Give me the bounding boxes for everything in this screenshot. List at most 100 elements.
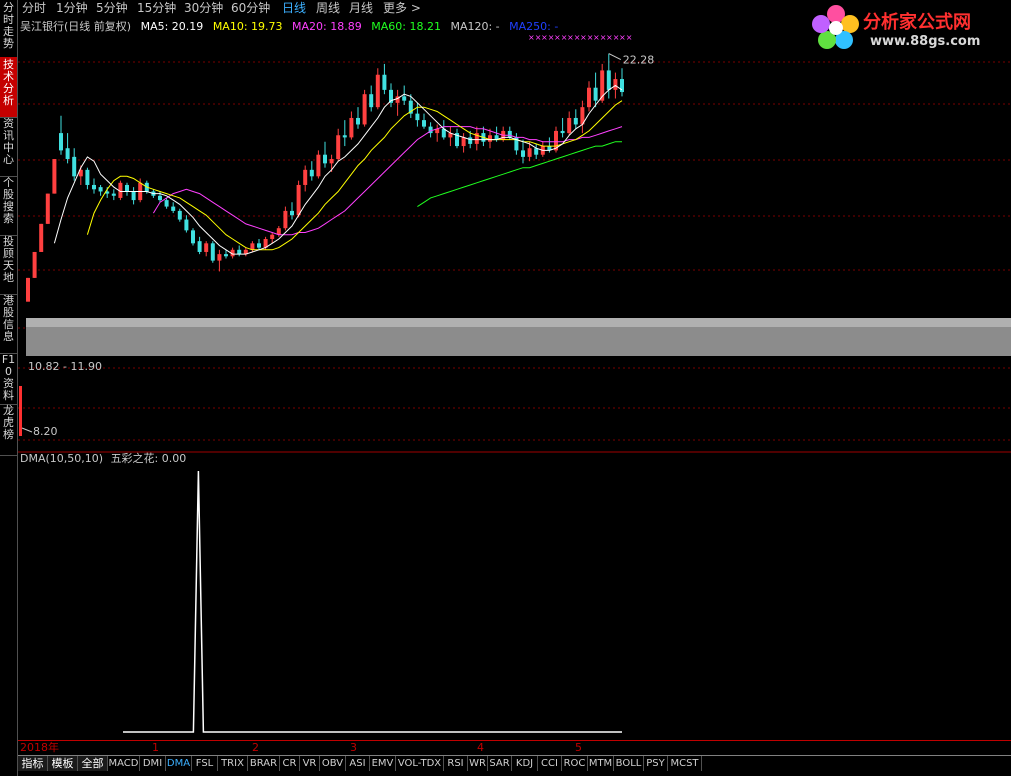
candle-body bbox=[369, 94, 374, 108]
period-0[interactable]: 分时 bbox=[22, 0, 46, 16]
candle-body bbox=[593, 87, 598, 101]
tab-roc[interactable]: ROC bbox=[562, 756, 588, 771]
tab-boll[interactable]: BOLL bbox=[614, 756, 644, 771]
high-price-label: 22.28 bbox=[623, 54, 655, 67]
tab-emv[interactable]: EMV bbox=[370, 756, 396, 771]
tab-vol-tdx[interactable]: VOL-TDX bbox=[396, 756, 444, 771]
tab-dma[interactable]: DMA bbox=[166, 756, 192, 771]
period-9[interactable]: 更多 > bbox=[383, 0, 421, 16]
high-pointer bbox=[608, 53, 622, 61]
candle-body bbox=[191, 230, 195, 244]
sidebar-tab-0[interactable]: 分时走势 bbox=[0, 0, 17, 59]
kline-chart[interactable]: 22.28×× ×× ×× ×× ×× ×× ×× ××10.82 - 11.908.20 bbox=[18, 16, 1011, 740]
tab-全部[interactable]: 全部 bbox=[78, 756, 108, 771]
candle-body bbox=[316, 154, 321, 177]
candle-body bbox=[276, 228, 281, 235]
period-3[interactable]: 15分钟 bbox=[137, 0, 176, 16]
candle-body bbox=[488, 135, 492, 142]
sidebar-tab-5[interactable]: 港股信息 bbox=[0, 293, 17, 354]
candle-body bbox=[111, 193, 116, 196]
period-5[interactable]: 60分钟 bbox=[231, 0, 270, 16]
x-marker: ×× bbox=[567, 33, 580, 42]
date-tick-3: 3 bbox=[350, 741, 357, 754]
period-6[interactable]: 日线 bbox=[282, 0, 306, 16]
sidebar-tab-3[interactable]: 个股搜索 bbox=[0, 175, 17, 236]
candle-body bbox=[461, 137, 466, 147]
candle-body bbox=[283, 210, 288, 229]
candle-body bbox=[521, 150, 525, 157]
candle-body bbox=[402, 96, 407, 101]
candle-body bbox=[257, 243, 261, 248]
candle-body bbox=[237, 249, 242, 255]
tab-mcst[interactable]: MCST bbox=[668, 756, 702, 771]
x-marker: ×× bbox=[528, 33, 541, 42]
dma-name: DMA(10,50,10) bbox=[20, 452, 104, 465]
candle-body bbox=[309, 169, 314, 177]
candle-body bbox=[158, 195, 162, 201]
tab-brar[interactable]: BRAR bbox=[248, 756, 280, 771]
tab-cci[interactable]: CCI bbox=[538, 756, 562, 771]
candle-body bbox=[125, 184, 129, 192]
tab-obv[interactable]: OBV bbox=[320, 756, 346, 771]
tab-wr[interactable]: WR bbox=[468, 756, 488, 771]
tab-kdj[interactable]: KDJ bbox=[512, 756, 538, 771]
candle-body bbox=[290, 210, 294, 216]
period-7[interactable]: 周线 bbox=[316, 0, 340, 16]
candle-body bbox=[527, 148, 532, 157]
candle-body bbox=[72, 156, 77, 177]
sidebar-tab-4[interactable]: 投顾天地 bbox=[0, 234, 17, 295]
sidebar-tab-1[interactable]: 技术分析 bbox=[0, 57, 17, 118]
tab-vr[interactable]: VR bbox=[300, 756, 320, 771]
tab-rsi[interactable]: RSI bbox=[444, 756, 468, 771]
candle-body bbox=[349, 117, 354, 138]
period-4[interactable]: 30分钟 bbox=[184, 0, 223, 16]
tab-psy[interactable]: PSY bbox=[644, 756, 668, 771]
candle-body bbox=[613, 79, 618, 90]
low-bar bbox=[19, 386, 22, 436]
price-range-label: 10.82 - 11.90 bbox=[28, 360, 102, 373]
candle-body bbox=[296, 184, 301, 216]
date-tick-1: 1 bbox=[152, 741, 159, 754]
period-2[interactable]: 5分钟 bbox=[96, 0, 128, 16]
sidebar-tab-2[interactable]: 资讯中心 bbox=[0, 116, 17, 177]
candle-body bbox=[468, 137, 473, 144]
low-pointer bbox=[21, 427, 33, 433]
candle-body bbox=[26, 277, 30, 302]
tab-asi[interactable]: ASI bbox=[346, 756, 370, 771]
candle-body bbox=[534, 148, 539, 155]
candle-body bbox=[210, 243, 215, 261]
tab-macd[interactable]: MACD bbox=[108, 756, 140, 771]
candle-body bbox=[98, 187, 103, 192]
tab-模板[interactable]: 模板 bbox=[48, 756, 78, 771]
tab-dmi[interactable]: DMI bbox=[140, 756, 166, 771]
tab-cr[interactable]: CR bbox=[280, 756, 300, 771]
left-sidebar: 分时走势 技术分析 资讯中心 个股搜索 投顾天地 港股信息 F10资料 龙虎榜 bbox=[0, 0, 18, 776]
candle-body bbox=[329, 159, 334, 164]
candle-body bbox=[164, 200, 169, 207]
tab-指标[interactable]: 指标 bbox=[18, 756, 48, 771]
ma20-line bbox=[152, 126, 623, 236]
sidebar-tab-6[interactable]: F10资料 bbox=[0, 352, 17, 405]
date-tick-5: 5 bbox=[575, 741, 582, 754]
tab-trix[interactable]: TRIX bbox=[218, 756, 248, 771]
candle-body bbox=[224, 254, 228, 257]
candle-body bbox=[217, 254, 222, 261]
candle-body bbox=[342, 135, 347, 138]
period-1[interactable]: 1分钟 bbox=[56, 0, 88, 16]
tab-mtm[interactable]: MTM bbox=[588, 756, 614, 771]
tab-sar[interactable]: SAR bbox=[488, 756, 512, 771]
period-8[interactable]: 月线 bbox=[349, 0, 373, 16]
candle-body bbox=[197, 241, 202, 252]
candle-body bbox=[171, 206, 176, 211]
sidebar-tab-7[interactable]: 龙虎榜 bbox=[0, 403, 17, 456]
candle-body bbox=[32, 251, 37, 278]
x-marker: ×× bbox=[593, 33, 606, 42]
ma60-line bbox=[417, 141, 622, 208]
candle-body bbox=[184, 219, 189, 231]
candle-body bbox=[356, 117, 360, 125]
tab-fsl[interactable]: FSL bbox=[192, 756, 218, 771]
x-marker: ×× bbox=[606, 33, 619, 42]
candle-body bbox=[92, 184, 96, 190]
candle-body bbox=[52, 159, 57, 194]
candle-body bbox=[606, 70, 611, 90]
